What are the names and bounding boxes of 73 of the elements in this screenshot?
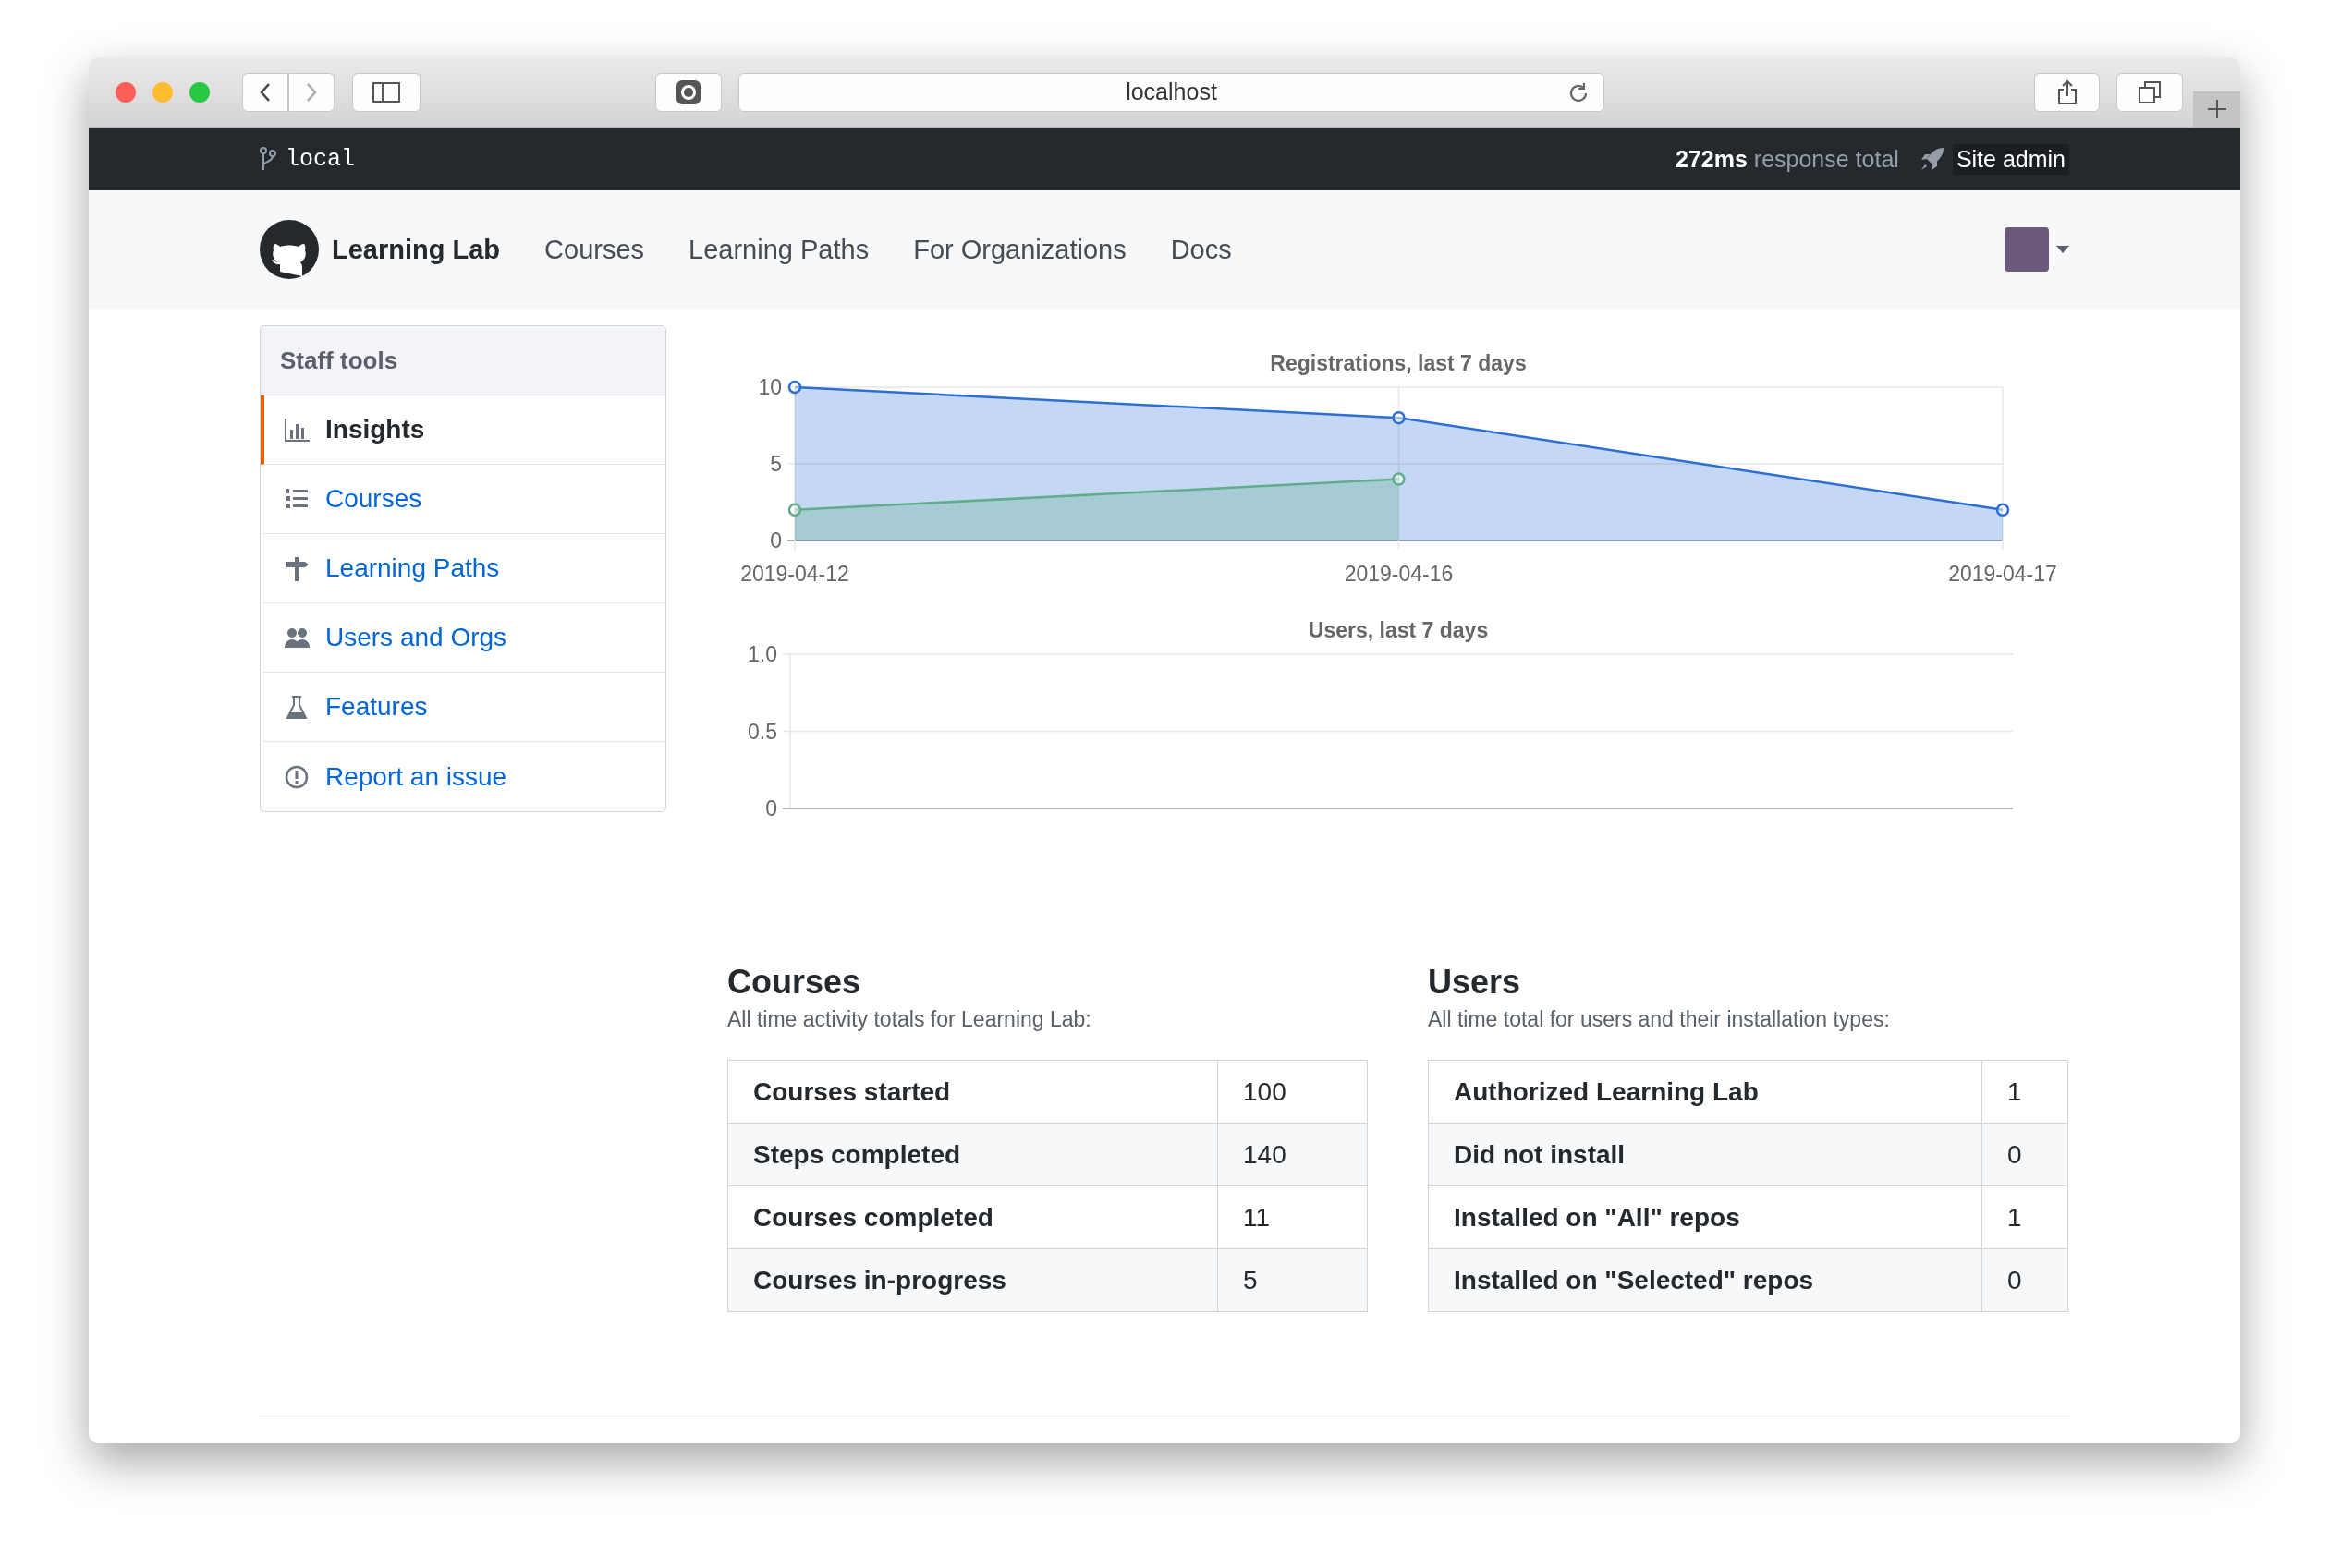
table-cell: Steps completed	[727, 1123, 1218, 1186]
alert-icon	[284, 763, 310, 790]
brand-link[interactable]: Learning Lab	[332, 234, 501, 265]
caret-icon[interactable]	[2056, 246, 2069, 253]
table-cell: 0	[1981, 1123, 2068, 1186]
axis-tick-label: 5	[770, 452, 782, 476]
section-heading: Courses	[727, 963, 862, 1002]
camera-lens-icon	[676, 79, 701, 105]
axis-tick-label: 2019-04-12	[740, 562, 849, 586]
table-cell: 11	[1217, 1185, 1368, 1249]
table-cell: 100	[1217, 1060, 1368, 1124]
point	[1995, 503, 2010, 517]
point	[1392, 472, 1406, 486]
bar-chart-icon	[284, 417, 310, 443]
cat-logo-icon	[260, 220, 319, 279]
new-tab-button[interactable]	[2193, 91, 2240, 127]
sidebar-item[interactable]: Learning Paths	[261, 534, 665, 603]
axis-tick-label: 1.0	[748, 642, 777, 666]
table-cell: 1	[1981, 1185, 2068, 1249]
table-cell: Courses started	[727, 1060, 1218, 1124]
point	[1392, 410, 1406, 425]
section-description: All time total for users and their installation types:	[1428, 1007, 1891, 1032]
axis-tick-label: 2019-04-17	[1948, 562, 2057, 586]
table-cell: Did not install	[1428, 1123, 1982, 1186]
response-time-text: 272ms response total	[1676, 145, 1899, 173]
branch-icon	[260, 147, 276, 171]
nav-link[interactable]: Courses	[544, 234, 645, 265]
tabs-icon	[2138, 79, 2162, 104]
nav-link[interactable]: Learning Paths	[689, 234, 870, 265]
point	[787, 503, 802, 517]
flask-icon	[284, 694, 310, 720]
table-cell: Courses in-progress	[727, 1248, 1218, 1312]
sidebar-item[interactable]: Users and Orgs	[261, 603, 665, 673]
site-admin-link[interactable]: Site admin	[1952, 143, 2069, 175]
nav-link[interactable]: For Organizations	[913, 234, 1127, 265]
table-cell: Authorized Learning Lab	[1428, 1060, 1982, 1124]
share-icon	[2056, 79, 2078, 105]
chart-title: Users, last 7 days	[1308, 618, 1489, 642]
signpost-icon	[284, 555, 310, 581]
table-cell: Installed on "All" repos	[1428, 1185, 1982, 1249]
nav-link[interactable]: Docs	[1170, 234, 1232, 265]
environment-label: local	[286, 145, 355, 173]
sidebar-icon	[372, 81, 400, 103]
share-button[interactable]	[2034, 72, 2100, 112]
sidebar-item[interactable]: Insights	[261, 395, 665, 465]
chevron-left-icon	[259, 81, 272, 103]
table-cell: Installed on "Selected" repos	[1428, 1248, 1982, 1312]
tabs-button[interactable]	[2116, 72, 2183, 112]
extension-button[interactable]	[655, 72, 722, 112]
section-description: All time activity totals for Learning Lab:	[727, 1007, 1092, 1032]
sidebar-item[interactable]: Report an issue	[261, 742, 665, 811]
sidebar-item[interactable]: Features	[261, 673, 665, 742]
point	[787, 380, 802, 395]
chart-title: Registrations, last 7 days	[1270, 351, 1527, 375]
table-cell: 140	[1217, 1123, 1368, 1186]
rocket-icon	[1919, 146, 1945, 172]
sidebar-item[interactable]: Courses	[261, 465, 665, 534]
axis-tick-label: 0.5	[748, 719, 777, 744]
sidebar-title: Staff tools	[261, 326, 665, 395]
section-heading: Users	[1428, 963, 1522, 1002]
chevron-right-icon	[305, 81, 318, 103]
back-button[interactable]	[242, 72, 288, 112]
table-cell: 1	[1981, 1060, 2068, 1124]
sidebar-button[interactable]	[352, 72, 421, 112]
axis-tick-label: 0	[770, 529, 782, 553]
axis-tick-label: 0	[765, 796, 777, 820]
plus-icon	[2206, 99, 2227, 119]
axis-tick-label: 10	[758, 375, 782, 399]
axis-tick-label: 2019-04-16	[1344, 562, 1454, 586]
table-cell: 5	[1217, 1248, 1368, 1312]
table-cell: 0	[1981, 1248, 2068, 1312]
address-bar[interactable]: localhost	[738, 72, 1604, 112]
table-cell: Courses completed	[727, 1185, 1218, 1249]
